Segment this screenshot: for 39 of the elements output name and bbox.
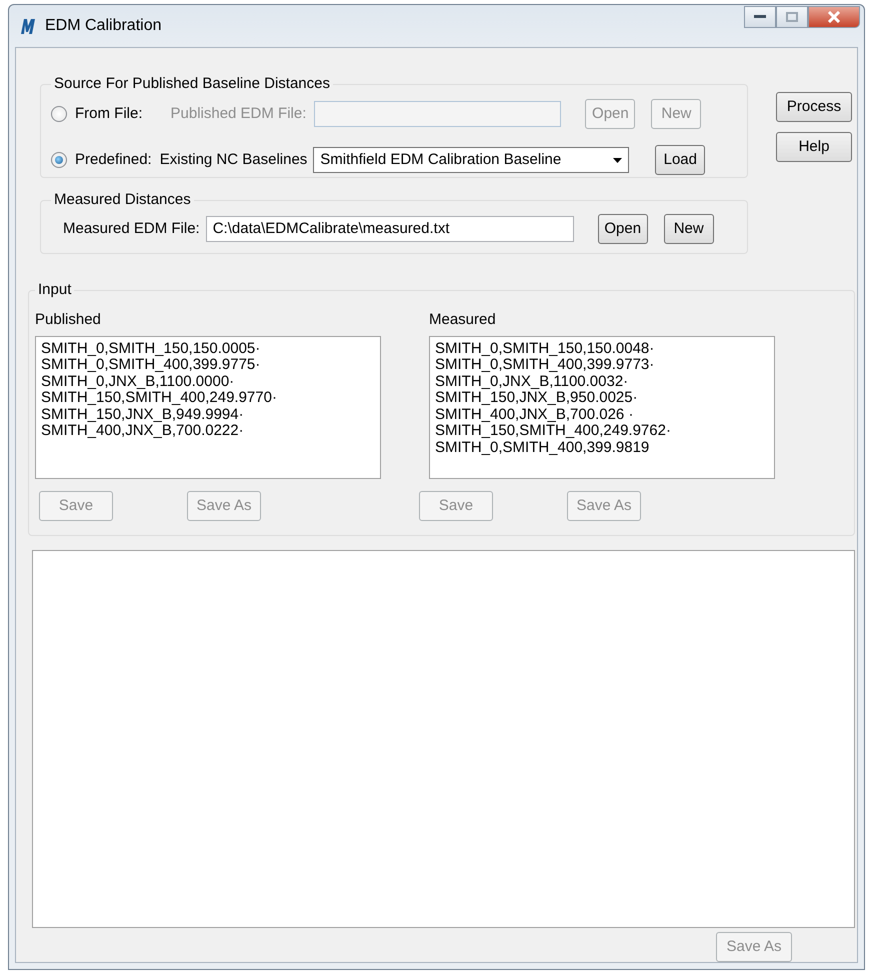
list-line: SMITH_150,SMITH_400,249.9762·	[435, 423, 672, 440]
radio-label: From File:	[75, 104, 142, 124]
radio-button[interactable]	[51, 152, 67, 168]
field-label: Existing NC Baselines	[160, 150, 308, 170]
close-button[interactable]	[808, 6, 860, 28]
field-label: Measured EDM File:	[63, 218, 200, 239]
list-line: SMITH_150,JNX_B,949.9994·	[41, 406, 245, 423]
list-line: SMITH_0,SMITH_400,399.9773·	[435, 357, 656, 374]
minimize-button[interactable]	[744, 6, 776, 28]
window-title: EDM Calibration	[45, 16, 162, 36]
button[interactable]: Load	[655, 145, 706, 175]
list-line: SMITH_0,JNX_B,1100.0032·	[435, 374, 630, 390]
button[interactable]: Process	[776, 92, 852, 122]
close-icon	[827, 11, 841, 23]
text-list[interactable]: SMITH_0,SMITH_150,150.0048· SMITH_0,SMITH_400,399.9773· SMITH_0,JNX_B,1100.0032· SMITH_150,JNX_B,950.0025· SMITH_400,JNX_B,700.026 · SMITH_150,SMITH_400,249.9762· SMITH_0,SMITH_400,399.9819	[429, 336, 775, 478]
list-line: SMITH_0,SMITH_400,399.9775·	[41, 357, 262, 374]
list-line: SMITH_0,SMITH_150,150.0048·	[435, 340, 656, 357]
minimize-icon	[754, 15, 766, 19]
file-field[interactable]	[314, 101, 562, 127]
list-line: SMITH_0,JNX_B,1100.0000·	[41, 374, 236, 390]
list-line: SMITH_400,JNX_B,700.026 ·	[435, 406, 634, 423]
dropdown-arrow-icon	[613, 158, 622, 162]
list-line: SMITH_400,JNX_B,700.0222·	[41, 423, 245, 440]
list-label: Published	[35, 310, 102, 330]
field-label: Published EDM File:	[170, 104, 306, 124]
baseline-dropdown[interactable]: Smithfield EDM Calibration Baseline	[313, 147, 630, 173]
radio-label: Predefined:	[75, 150, 152, 170]
file-field[interactable]: C:\data\EDMCalibrate\measured.txt	[206, 216, 574, 242]
maximize-icon	[786, 12, 798, 22]
text-list[interactable]: SMITH_0,SMITH_150,150.0005· SMITH_0,SMITH_400,399.9775· SMITH_0,JNX_B,1100.0000· SMITH_150,SMITH_400,249.9770· SMITH_150,JNX_B,949.9994· SMITH_400,JNX_B,700.0222·	[35, 336, 381, 478]
list-line: SMITH_0,SMITH_150,150.0005·	[41, 340, 262, 357]
button[interactable]: Help	[776, 132, 852, 162]
list-line: SMITH_150,JNX_B,950.0025·	[435, 390, 639, 406]
button[interactable]: New	[664, 214, 714, 244]
button[interactable]: Open	[598, 214, 648, 244]
list-label: Measured	[429, 310, 497, 330]
list-line: SMITH_0,SMITH_400,399.9819	[435, 440, 650, 456]
list-line: SMITH_150,SMITH_400,249.9770·	[41, 390, 278, 406]
app-logo-icon	[19, 17, 37, 35]
